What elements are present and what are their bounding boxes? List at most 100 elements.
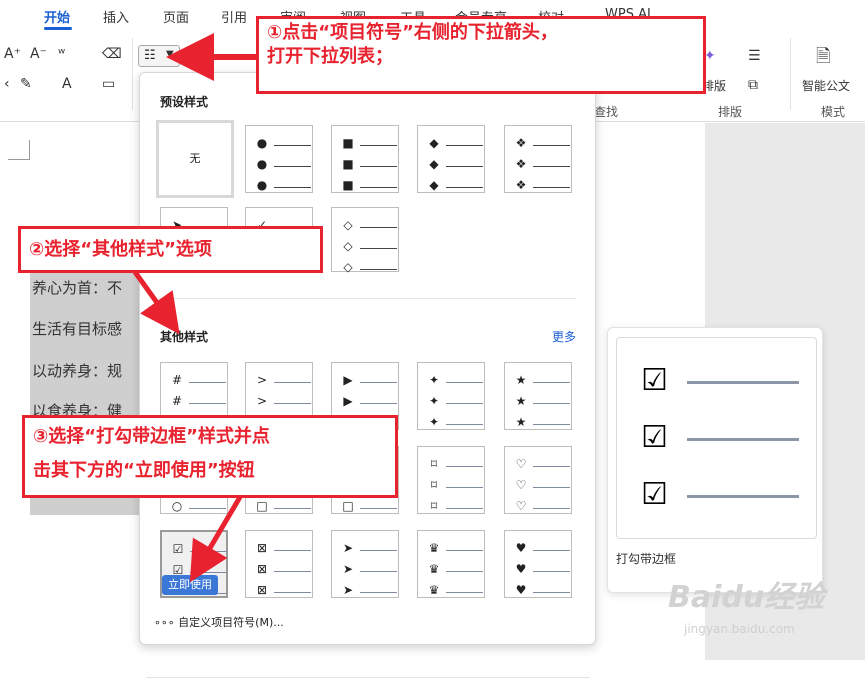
bullet-line	[446, 508, 483, 509]
align-menu-icon[interactable]: ☰	[748, 48, 761, 64]
bullet-line	[360, 403, 397, 404]
bullet-symbol-icon: ●	[256, 136, 268, 150]
bullet-line	[533, 382, 570, 383]
step2-callout: ②选择“其他样式”选项	[18, 226, 323, 273]
bullet-symbol-icon: ■	[342, 157, 354, 171]
doc-line[interactable]: 生活有目标感	[32, 318, 122, 339]
bullet-line	[189, 403, 226, 404]
bullet-style-tile[interactable]: ★ ★ ★	[504, 362, 572, 430]
bullet-symbol-icon: ☑	[172, 542, 184, 556]
tab-page[interactable]: 页面	[163, 7, 189, 26]
tab-home[interactable]: 开始	[44, 7, 70, 26]
bullet-style-tile[interactable]: ◇ ◇ ◇	[331, 207, 399, 274]
bullet-line	[533, 187, 570, 188]
bullet-style-tile[interactable]: ✦ ✦ ✦	[417, 362, 485, 430]
bullet-symbol-icon: ♥	[515, 541, 527, 555]
bullet-style-tile[interactable]: 无	[156, 120, 234, 198]
more-styles-link[interactable]: 更多	[552, 328, 576, 345]
chevron-down-icon[interactable]: ▼	[166, 49, 174, 60]
bullet-line	[533, 166, 570, 167]
eraser-icon[interactable]: ⌫	[102, 46, 122, 62]
bullet-style-tile[interactable]: ❖ ❖ ❖	[504, 125, 572, 193]
bullet-style-tile[interactable]: ⊠ ⊠ ⊠	[245, 530, 313, 598]
bullet-line	[533, 466, 570, 467]
phonetic-icon[interactable]: ʷ	[58, 46, 65, 62]
smart-doc-icon[interactable]: 🗎	[816, 44, 830, 74]
highlight-icon[interactable]: ✎	[20, 76, 32, 92]
bullet-list-icon: ☷	[144, 48, 156, 63]
bullet-symbol-icon: ▶	[343, 394, 353, 408]
bullet-style-tile[interactable]: ♛ ♛ ♛	[417, 530, 485, 598]
bullet-line	[446, 466, 483, 467]
smart-doc-button[interactable]: 智能公文	[802, 77, 850, 94]
chevron-left-icon[interactable]: ‹	[4, 76, 10, 92]
page-corner-mark	[8, 140, 30, 160]
bullet-line	[360, 145, 397, 146]
bullet-line	[446, 403, 483, 404]
preset-styles-title: 预设样式	[160, 95, 209, 109]
bullet-line	[533, 145, 570, 146]
other-styles-title: 其他样式	[160, 330, 209, 344]
bullet-line	[190, 551, 227, 552]
bullet-symbol-icon: ●	[256, 157, 268, 171]
bullet-style-tile[interactable]: ♡ ♡ ♡	[504, 446, 572, 514]
bullet-symbol-icon: ★	[515, 394, 527, 408]
bullet-symbol-icon: ◆	[429, 136, 439, 150]
bullet-symbol-icon: >	[256, 373, 268, 387]
bullet-line	[360, 571, 397, 572]
style-preview-card: ☑ ☑ ☑ 打勾带边框	[607, 327, 823, 593]
custom-bullet-label: 自定义项目符号(M)...	[178, 616, 284, 629]
bullet-symbol-icon: ▶	[343, 373, 353, 387]
doc-line[interactable]: 养心为首：不	[32, 277, 122, 298]
bullet-list-button[interactable]: ☷ ▼	[138, 45, 180, 67]
use-now-button[interactable]: 立即使用	[162, 575, 218, 595]
bullet-style-tile[interactable]: ● ● ●	[245, 125, 313, 193]
bullet-line	[274, 403, 311, 404]
custom-bullet-menu-item[interactable]: ∘∘∘ 自定义项目符号(M)...	[154, 614, 284, 630]
bullet-symbol-icon: ◇	[343, 218, 353, 232]
bullet-line	[360, 269, 397, 270]
tab-insert[interactable]: 插入	[103, 7, 129, 26]
tab-references[interactable]: 引用	[221, 7, 247, 26]
bullet-style-tile[interactable]: ■ ■ ■	[331, 125, 399, 193]
bullet-symbol-icon: ❖	[515, 157, 527, 171]
bullet-style-tile[interactable]: ⌑ ⌑ ⌑	[417, 446, 485, 514]
bullet-symbol-icon: ♡	[515, 499, 527, 513]
bullet-symbol-icon: ♡	[515, 478, 527, 492]
step3-callout: ③选择“打勾带边框”样式并点 击其下方的“立即使用”按钮	[22, 415, 398, 498]
bullet-line	[360, 166, 397, 167]
bullet-style-tile[interactable]: ♥ ♥ ♥	[504, 530, 572, 598]
bullet-line	[360, 508, 397, 509]
char-border-icon[interactable]: ▭	[102, 76, 115, 92]
bullet-style-tile[interactable]: ➤ ➤ ➤	[331, 530, 399, 598]
group-label-arrange: 排版	[718, 105, 743, 119]
bullet-symbol-icon: ⌑	[430, 478, 438, 492]
none-style-label: 无	[189, 152, 201, 165]
doc-line[interactable]: 以动养身：规	[32, 360, 122, 381]
bullet-line	[446, 487, 483, 488]
bullet-symbol-icon: ❖	[515, 178, 527, 192]
bullet-symbol-icon: ♡	[515, 457, 527, 471]
bullet-line	[533, 592, 570, 593]
bullet-line	[274, 187, 311, 188]
font-color-icon[interactable]: A	[62, 76, 72, 92]
bullet-style-dropdown: 预设样式 无●●●■■■◆◆◆❖❖❖➤➤➤✓✓✓◇◇◇ 其他样式 更多 ###>…	[139, 72, 596, 678]
group-label-find: 查找	[594, 105, 619, 119]
bullet-line	[190, 572, 227, 573]
bullet-style-tile[interactable]: ◆ ◆ ◆	[417, 125, 485, 193]
bullet-symbol-icon: □	[342, 499, 354, 513]
preview-line	[687, 495, 799, 498]
bullet-line	[274, 382, 311, 383]
bullet-line	[360, 592, 397, 593]
bullet-line	[274, 571, 311, 572]
shape-menu-icon[interactable]: ⧉	[748, 77, 758, 93]
preview-line	[687, 381, 799, 384]
bullet-symbol-icon: ★	[515, 373, 527, 387]
bullet-symbol-icon: ◆	[429, 178, 439, 192]
font-grow-icon[interactable]: A⁺	[4, 46, 21, 62]
bullet-symbol-icon: □	[256, 499, 268, 513]
group-divider	[790, 38, 791, 110]
bullet-line	[533, 487, 570, 488]
bullet-symbol-icon: ♥	[515, 562, 527, 576]
font-shrink-icon[interactable]: A⁻	[30, 46, 47, 62]
